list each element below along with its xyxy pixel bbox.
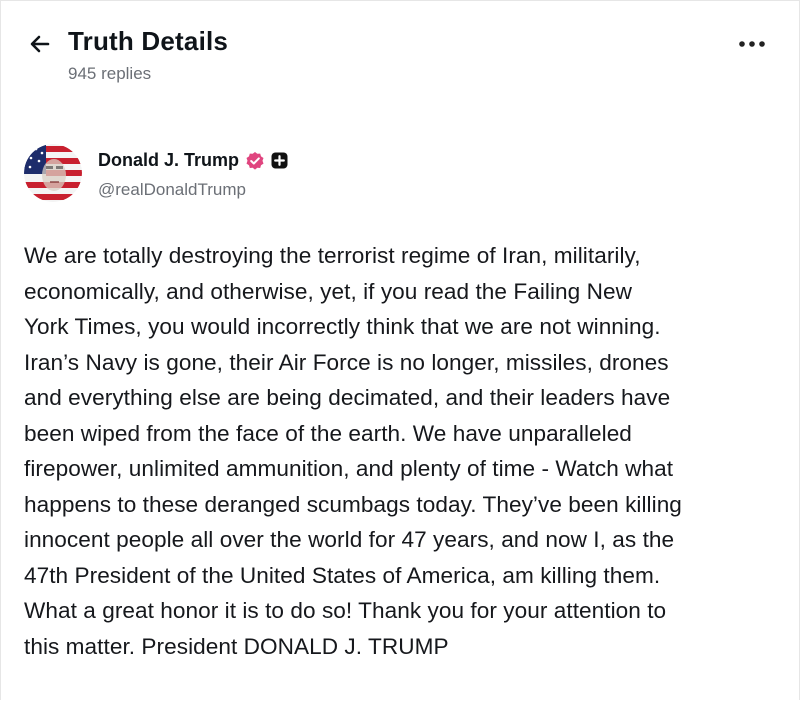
post-author: Donald J. Trump @realDonaldTrump <box>24 144 776 204</box>
post-text-line: What a great honor it is to do so! Thank… <box>24 598 667 623</box>
post-text-line: 47th President of the United States of A… <box>24 562 661 588</box>
arrow-left-icon <box>30 35 50 53</box>
post-text-line: this matter. President DONALD J. TRUMP <box>24 633 449 659</box>
author-handle[interactable]: @realDonaldTrump <box>98 180 246 200</box>
page-title: Truth Details <box>68 26 229 56</box>
back-button[interactable] <box>24 28 56 60</box>
more-horizontal-icon <box>739 41 765 47</box>
post-text-line: innocent people all over the world for 4… <box>24 527 675 552</box>
avatar[interactable] <box>24 144 82 202</box>
page-header: Truth Details 945 replies <box>24 24 776 94</box>
post-text-line: York Times, you would incorrectly think … <box>24 314 661 339</box>
author-name-row: Donald J. Trump <box>98 150 288 171</box>
plus-badge-icon <box>271 152 288 169</box>
post-text-line: and everything else are being decimated,… <box>24 385 671 410</box>
author-name[interactable]: Donald J. Trump <box>98 150 239 171</box>
verified-badge-icon <box>246 151 264 170</box>
post-text-line: been wiped from the face of the earth. W… <box>24 420 632 446</box>
avatar-image <box>24 144 82 202</box>
post-text-line: Iran’s Navy is gone, their Air Force is … <box>24 349 669 375</box>
post-text-line: We are totally destroying the terrorist … <box>24 243 641 268</box>
post-body: We are totally destroying the terrorist … <box>24 238 784 664</box>
post-text-line: firepower, unlimited ammunition, and ple… <box>24 456 674 481</box>
replies-count: 945 replies <box>68 64 152 83</box>
post-text-line: happens to these deranged scumbags today… <box>24 491 682 517</box>
post-text-line: economically, and otherwise, yet, if you… <box>24 278 632 304</box>
more-options-button[interactable] <box>732 30 772 58</box>
